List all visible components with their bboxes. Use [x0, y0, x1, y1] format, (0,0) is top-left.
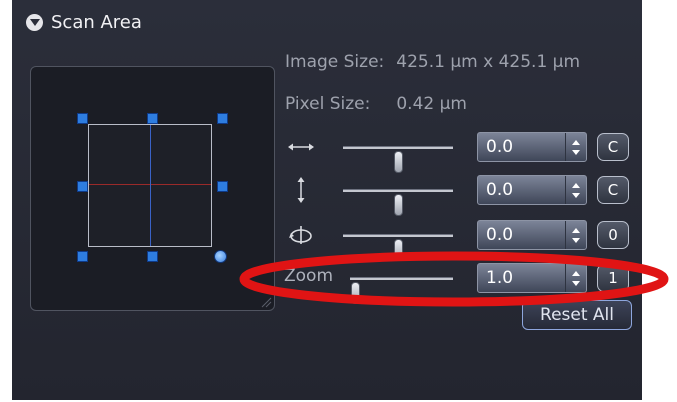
zoom-label: Zoom [284, 266, 334, 286]
spin-arrows-icon[interactable] [566, 264, 586, 292]
zoom-row: Zoom 1.0 1 [284, 263, 629, 304]
offset-y-spinner[interactable]: 0.0 [477, 175, 587, 205]
scan-area-header[interactable]: Scan Area [26, 8, 142, 36]
pixel-size-label: Pixel Size: [285, 94, 371, 114]
resize-handle-top[interactable] [147, 113, 158, 124]
scan-area-panel: Scan Area Image Size: 425.1 µm x 425.1 µm… [12, 0, 642, 400]
vertical-arrows-icon [284, 175, 318, 205]
resize-handle-top-right[interactable] [217, 113, 228, 124]
offset-x-spinner[interactable]: 0.0 [477, 132, 587, 162]
zoom-spinner[interactable]: 1.0 [477, 263, 587, 293]
spin-arrows-icon[interactable] [566, 176, 586, 204]
vertical-crosshair [150, 125, 151, 246]
scan-area-preview[interactable] [30, 66, 275, 311]
zoom-slider[interactable] [350, 277, 453, 304]
rotation-icon [284, 220, 318, 250]
offset-y-row: 0.0 C [284, 175, 629, 216]
rotation-spinner[interactable]: 0.0 [477, 220, 587, 250]
resize-handle-bottom[interactable] [147, 251, 158, 262]
resize-handle-top-left[interactable] [77, 113, 88, 124]
offset-y-value[interactable]: 0.0 [478, 176, 566, 204]
reset-zoom-button[interactable]: 1 [597, 264, 629, 292]
rotation-slider-thumb[interactable] [394, 239, 403, 261]
offset-x-value[interactable]: 0.0 [478, 133, 566, 161]
image-size-value: 425.1 µm x 425.1 µm [396, 52, 581, 72]
spin-arrows-icon[interactable] [566, 221, 586, 249]
horizontal-arrows-icon [284, 132, 318, 162]
pixel-size-info: Pixel Size: 0.42 µm [285, 94, 467, 114]
image-size-info: Image Size: 425.1 µm x 425.1 µm [285, 52, 580, 72]
center-y-button[interactable]: C [597, 176, 629, 204]
rotation-value[interactable]: 0.0 [478, 221, 566, 249]
offset-x-slider[interactable] [343, 146, 453, 173]
reset-rotation-button[interactable]: 0 [597, 221, 629, 249]
resize-handle-left[interactable] [77, 181, 88, 192]
rotation-handle[interactable] [214, 250, 227, 263]
resize-handle-bottom-left[interactable] [77, 251, 88, 262]
scan-region[interactable] [88, 124, 212, 247]
offset-y-slider-thumb[interactable] [394, 194, 403, 216]
rotation-slider[interactable] [343, 234, 453, 261]
offset-x-row: 0.0 C [284, 132, 629, 173]
center-x-button[interactable]: C [597, 133, 629, 161]
scan-area-title: Scan Area [51, 11, 142, 33]
rotation-row: 0.0 0 [284, 220, 629, 261]
offset-x-slider-thumb[interactable] [394, 151, 403, 173]
collapse-icon[interactable] [26, 13, 43, 31]
reset-all-button[interactable]: Reset All [522, 300, 632, 330]
zoom-slider-thumb[interactable] [351, 282, 361, 304]
offset-y-slider[interactable] [343, 189, 453, 216]
spin-arrows-icon[interactable] [566, 133, 586, 161]
zoom-value[interactable]: 1.0 [478, 264, 566, 292]
resize-handle-right[interactable] [217, 181, 228, 192]
pixel-size-value: 0.42 µm [396, 94, 467, 114]
resize-grip-icon[interactable] [260, 296, 272, 308]
image-size-label: Image Size: [285, 52, 385, 72]
